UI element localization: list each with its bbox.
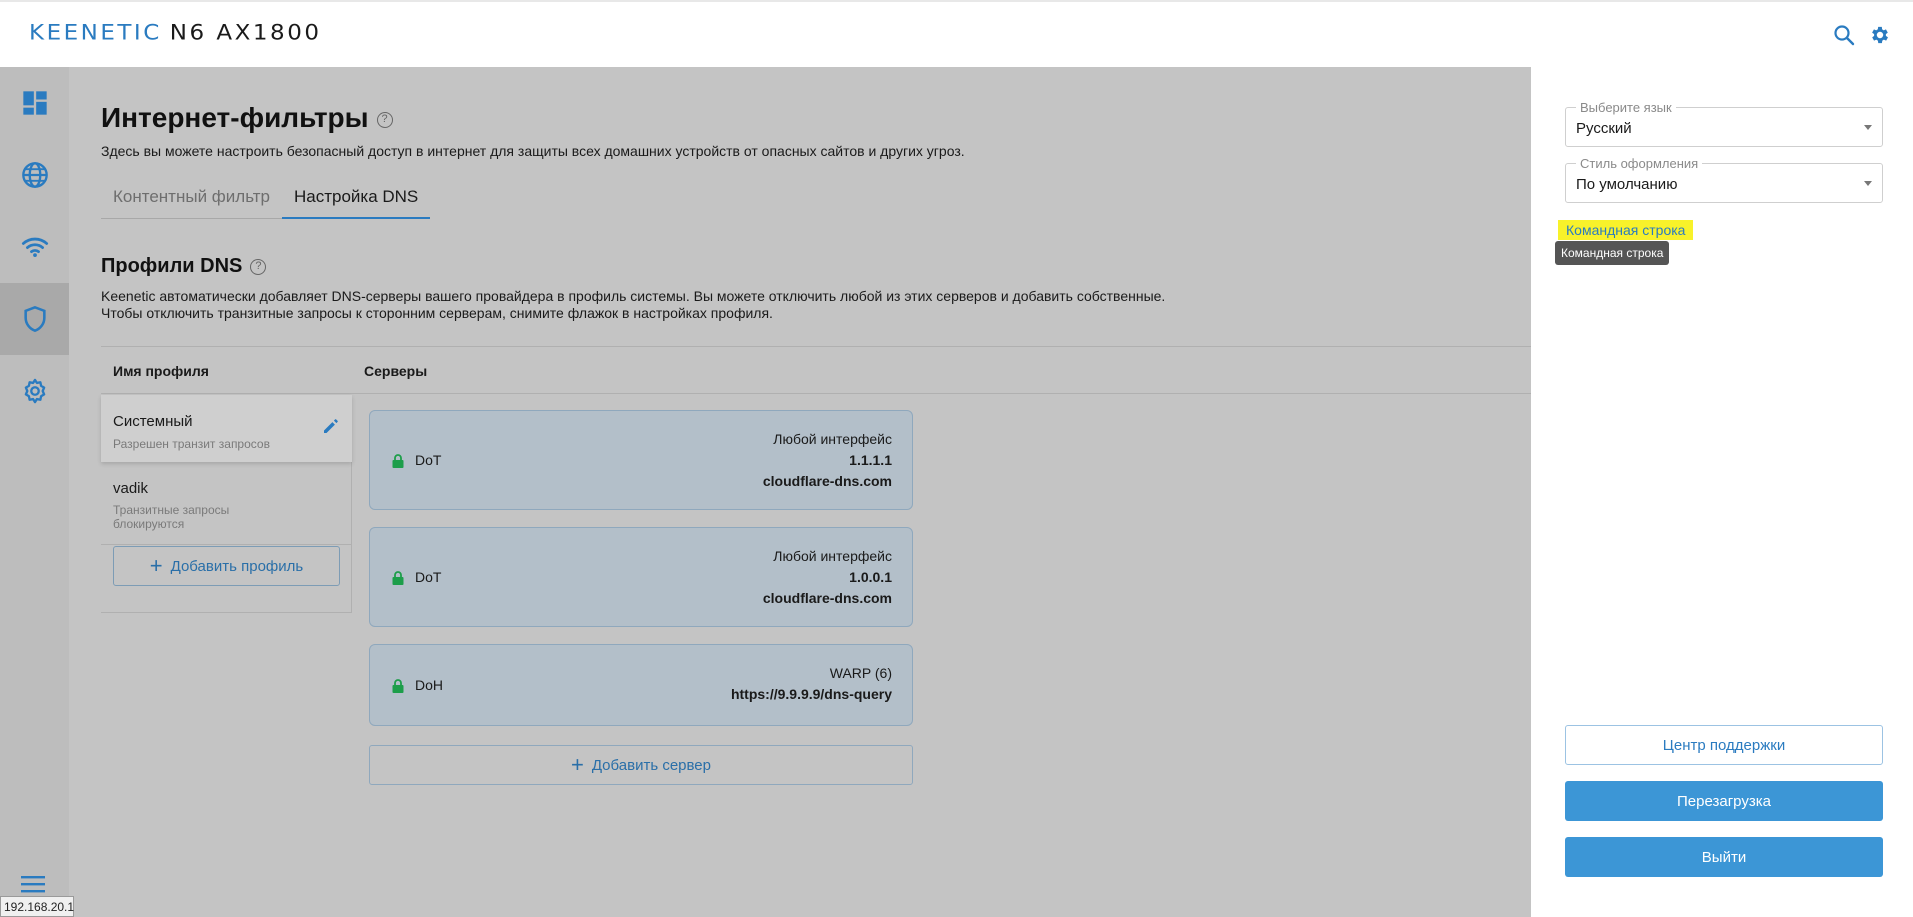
sidebar-item-settings[interactable] xyxy=(0,355,69,427)
add-profile-label: Добавить профиль xyxy=(170,557,304,575)
support-center-button[interactable]: Центр поддержки xyxy=(1565,725,1883,765)
shield-icon xyxy=(23,305,46,333)
page-title-text: Интернет-фильтры xyxy=(101,102,369,133)
sidebar-item-dashboard[interactable] xyxy=(0,67,69,139)
column-header-profile: Имя профиля xyxy=(113,363,209,379)
brand-name: KEENETIC xyxy=(29,21,162,45)
language-value: Русский xyxy=(1576,120,1632,137)
chevron-down-icon xyxy=(1864,181,1872,186)
server-host: cloudflare-dns.com xyxy=(762,590,892,606)
hamburger-icon[interactable] xyxy=(18,873,48,895)
table-header: Имя профиля Серверы xyxy=(101,346,1531,394)
profile-item[interactable]: vadik Транзитные запросы блокируются xyxy=(101,463,352,545)
lock-icon xyxy=(392,571,404,585)
tab-dns-settings[interactable]: Настройка DNS xyxy=(281,187,431,219)
plus-icon: + xyxy=(571,752,584,777)
add-profile-button[interactable]: + Добавить профиль xyxy=(113,546,340,586)
brand-logo: KEENETIC N6 AX1800 xyxy=(29,21,321,45)
top-bar: KEENETIC N6 AX1800 xyxy=(0,0,1913,67)
server-interface: Любой интерфейс xyxy=(773,431,892,447)
settings-panel: Выберите язык Русский Стиль оформления П… xyxy=(1531,67,1913,917)
theme-value: По умолчанию xyxy=(1576,176,1678,193)
dns-server-card[interactable]: DoT Любой интерфейс 1.1.1.1 cloudflare-d… xyxy=(369,410,913,510)
dns-server-card[interactable]: DoT Любой интерфейс 1.0.0.1 cloudflare-d… xyxy=(369,527,913,627)
server-address: 1.1.1.1 xyxy=(849,452,892,468)
globe-icon xyxy=(21,162,48,188)
sidebar-item-internet[interactable] xyxy=(0,139,69,211)
sidebar-item-security[interactable] xyxy=(0,283,69,355)
command-line-tooltip: Командная строка xyxy=(1555,241,1670,265)
help-icon[interactable]: ? xyxy=(250,258,267,275)
chevron-down-icon xyxy=(1864,125,1872,130)
server-host: cloudflare-dns.com xyxy=(762,473,892,489)
tabs: Контентный фильтр Настройка DNS xyxy=(101,187,431,219)
server-interface: WARP (6) xyxy=(829,665,892,681)
column-header-servers: Серверы xyxy=(364,363,428,379)
server-address: 1.0.0.1 xyxy=(849,569,892,585)
lock-icon xyxy=(392,679,404,693)
add-server-label: Добавить сервер xyxy=(591,756,711,774)
search-icon[interactable] xyxy=(1833,24,1855,46)
language-label: Выберите язык xyxy=(1576,100,1676,115)
tab-content-filter[interactable]: Контентный фильтр xyxy=(101,187,282,218)
server-protocol: DoT xyxy=(415,452,442,468)
page-description: Здесь вы можете настроить безопасный дос… xyxy=(101,143,965,159)
profile-name: Системный xyxy=(113,413,193,430)
theme-label: Стиль оформления xyxy=(1576,156,1703,171)
profile-name: vadik xyxy=(113,480,149,497)
profile-status: Разрешен транзит запросов xyxy=(113,437,270,451)
language-select[interactable]: Выберите язык Русский xyxy=(1565,100,1883,147)
add-server-button[interactable]: + Добавить сервер xyxy=(369,745,913,785)
dimmed-content: Интернет-фильтры? Здесь вы можете настро… xyxy=(0,67,1531,917)
pencil-icon[interactable] xyxy=(322,417,340,435)
lock-icon xyxy=(392,454,404,468)
sidebar xyxy=(0,67,69,917)
help-icon[interactable]: ? xyxy=(376,111,393,128)
section-title: Профили DNS? xyxy=(101,255,267,278)
server-protocol: DoT xyxy=(415,569,442,585)
page-title: Интернет-фильтры? xyxy=(101,102,393,134)
section-description-line: Keenetic автоматически добавляет DNS-сер… xyxy=(101,288,1166,304)
logout-button[interactable]: Выйти xyxy=(1565,837,1883,877)
command-line-link[interactable]: Командная строка xyxy=(1558,220,1694,240)
server-address: https://9.9.9.9/dns-query xyxy=(730,686,892,702)
server-protocol: DoH xyxy=(415,677,444,693)
settings-icon xyxy=(24,378,45,404)
brand-model: N6 AX1800 xyxy=(169,21,322,45)
section-title-text: Профили DNS xyxy=(101,255,243,277)
wifi-icon xyxy=(21,237,48,258)
dns-server-card[interactable]: DoH WARP (6) https://9.9.9.9/dns-query xyxy=(369,644,913,726)
reboot-button[interactable]: Перезагрузка xyxy=(1565,781,1883,821)
section-description: Keenetic автоматически добавляет DNS-сер… xyxy=(101,288,1165,322)
profile-status: Транзитные запросы блокируются xyxy=(113,503,230,531)
status-ip: 192.168.20.1 xyxy=(0,896,74,917)
gear-icon[interactable] xyxy=(1869,24,1891,46)
server-interface: Любой интерфейс xyxy=(773,548,892,564)
sidebar-item-wifi[interactable] xyxy=(0,211,69,283)
plus-icon: + xyxy=(149,553,163,578)
theme-select[interactable]: Стиль оформления По умолчанию xyxy=(1565,156,1883,203)
dashboard-icon xyxy=(22,91,47,115)
section-description-line: Чтобы отключить транзитные запросы к сто… xyxy=(101,305,773,321)
profile-item[interactable]: Системный Разрешен транзит запросов xyxy=(101,395,352,462)
